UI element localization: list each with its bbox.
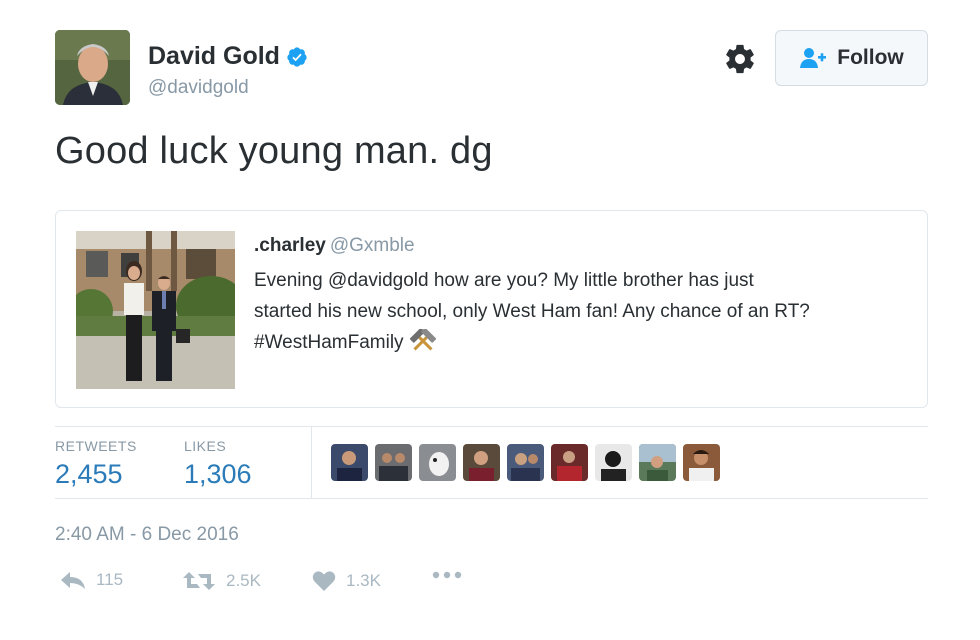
retweet-icon: [183, 572, 215, 590]
quoted-author-name[interactable]: .charley: [254, 235, 326, 256]
gear-icon[interactable]: [723, 42, 757, 76]
hashtag-link[interactable]: #WestHamFamily: [254, 332, 404, 353]
quoted-tweet-text: Evening @davidgold how are you? My littl…: [254, 265, 914, 358]
like-button[interactable]: 1.3K: [312, 570, 381, 592]
liker-avatar[interactable]: [463, 444, 500, 481]
quoted-author-handle[interactable]: @Gxmble: [330, 235, 415, 256]
like-count: 1.3K: [346, 571, 381, 590]
quoted-tweet-photo[interactable]: [76, 231, 235, 389]
liker-avatar[interactable]: [375, 444, 412, 481]
liker-avatar[interactable]: [595, 444, 632, 481]
tweet-timestamp[interactable]: 2:40 AM - 6 Dec 2016: [55, 524, 239, 546]
more-dots-icon: [432, 571, 462, 579]
user-plus-icon: [800, 48, 827, 68]
liker-avatar[interactable]: [331, 444, 368, 481]
liker-avatar[interactable]: [639, 444, 676, 481]
likes-count[interactable]: 1,306: [184, 459, 252, 490]
quoted-text-line: Evening @davidgold how are you? My littl…: [254, 270, 754, 291]
liker-avatar[interactable]: [419, 444, 456, 481]
follow-label: Follow: [837, 46, 904, 69]
quoted-text-line: started his new school, only West Ham fa…: [254, 301, 810, 322]
reply-button[interactable]: 115: [60, 570, 123, 590]
liker-avatar[interactable]: [507, 444, 544, 481]
stats-divider-bottom: [55, 498, 928, 499]
quoted-author[interactable]: .charley @Gxmble: [254, 235, 415, 257]
reply-count: 115: [96, 570, 124, 589]
heart-icon: [312, 571, 336, 591]
quoted-text-line-hashtag: #WestHamFamily: [254, 327, 914, 358]
tweet-text: Good luck young man. dg: [55, 130, 493, 172]
reply-icon: [61, 572, 85, 589]
author-handle[interactable]: @davidgold: [148, 77, 249, 99]
stats-separator: [311, 427, 312, 498]
likers-avatar-list: [331, 444, 720, 481]
likes-label: LIKES: [184, 438, 227, 454]
follow-button[interactable]: Follow: [775, 30, 928, 86]
quoted-tweet-card[interactable]: .charley @Gxmble Evening @davidgold how a…: [55, 210, 928, 408]
retweets-count[interactable]: 2,455: [55, 459, 123, 490]
liker-avatar[interactable]: [551, 444, 588, 481]
author-name-row[interactable]: David Gold: [148, 42, 308, 71]
more-button[interactable]: [432, 570, 462, 580]
retweet-count: 2.5K: [226, 571, 261, 590]
stats-divider-top: [55, 426, 928, 427]
author-avatar[interactable]: [55, 30, 130, 105]
verified-badge-icon: [287, 46, 307, 67]
author-name[interactable]: David Gold: [148, 42, 280, 71]
hammers-icon: [409, 329, 436, 351]
retweets-label: RETWEETS: [55, 438, 137, 454]
retweet-button[interactable]: 2.5K: [182, 570, 261, 592]
liker-avatar[interactable]: [683, 444, 720, 481]
